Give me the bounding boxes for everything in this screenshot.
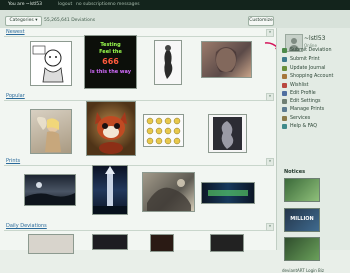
submit-print-icon bbox=[282, 57, 287, 62]
wishlist-icon bbox=[282, 83, 287, 88]
thumbnail[interactable] bbox=[142, 172, 195, 212]
section-divider bbox=[4, 36, 274, 37]
thumbnail[interactable] bbox=[86, 101, 136, 156]
thumbnail[interactable] bbox=[154, 40, 182, 85]
menu-item-label: Shopping Account bbox=[290, 74, 334, 79]
thumbnail[interactable] bbox=[208, 114, 247, 153]
shopping-cart-icon bbox=[282, 74, 287, 79]
section-divider bbox=[4, 165, 274, 166]
thumbnail-text: Testing bbox=[100, 42, 121, 48]
section-divider bbox=[4, 100, 274, 101]
messages-link[interactable]: no messages bbox=[110, 2, 140, 7]
main-content: Newest » Testing Feel the 666 is this th… bbox=[0, 28, 276, 254]
daily-deviations-more-link[interactable]: » bbox=[266, 223, 274, 231]
menu-item-label: Edit Settings bbox=[290, 99, 321, 104]
sidebar-username[interactable]: ~lstl53 bbox=[304, 35, 325, 42]
section-title-daily-deviations[interactable]: Daily Deviations bbox=[6, 223, 47, 229]
avatar-head-shape bbox=[291, 38, 297, 44]
menu-item-label: Wishlist bbox=[290, 83, 309, 88]
sidebar-footer: deviantART Login Biz bbox=[282, 268, 324, 273]
green-glow-image bbox=[208, 190, 248, 196]
figure-image bbox=[164, 45, 173, 79]
services-icon bbox=[282, 116, 287, 121]
menu-item-edit-settings[interactable]: Edit Settings bbox=[282, 99, 348, 105]
night-scene-image bbox=[25, 182, 75, 205]
settings-icon bbox=[282, 99, 287, 104]
notices-heading: Notices bbox=[284, 169, 306, 175]
notice-badge[interactable] bbox=[284, 178, 320, 202]
menu-item-shopping-account[interactable]: Shopping Account bbox=[282, 74, 348, 80]
popular-more-link[interactable]: » bbox=[266, 93, 274, 101]
portrait-image bbox=[215, 47, 237, 72]
customize-button[interactable]: Customize bbox=[248, 16, 274, 26]
red-panda-image bbox=[95, 112, 127, 154]
badge-text: MILLION bbox=[290, 216, 314, 222]
newest-more-link[interactable]: » bbox=[266, 29, 274, 37]
thumbnail[interactable] bbox=[150, 234, 174, 252]
thumbnail[interactable] bbox=[30, 109, 72, 154]
deviation-count: 55,265,641 Deviations bbox=[44, 18, 96, 23]
menu-item-submit-deviation[interactable]: Submit Deviation bbox=[282, 48, 348, 54]
thumbnail[interactable] bbox=[201, 182, 255, 204]
menu-item-label: Services bbox=[290, 116, 311, 121]
menu-item-submit-print[interactable]: Submit Print bbox=[282, 57, 348, 63]
section-title-popular[interactable]: Popular bbox=[6, 93, 25, 99]
user-sidebar: ~lstl53 Online Submit Deviation Submit P… bbox=[276, 28, 350, 273]
thumbnail-text: 666 bbox=[102, 57, 119, 66]
thumbnail[interactable] bbox=[92, 234, 128, 250]
current-user-link[interactable]: You are ~lstl53 bbox=[8, 2, 42, 7]
menu-item-label: Submit Print bbox=[290, 57, 320, 62]
notice-badge-million[interactable]: MILLION bbox=[284, 208, 320, 232]
menu-item-manage-prints[interactable]: Manage Prints bbox=[282, 107, 348, 113]
categories-dropdown[interactable]: Categories ▾ bbox=[5, 16, 42, 26]
thumbnail[interactable] bbox=[210, 234, 244, 252]
thumbnail[interactable]: Testing Feel the 666 is this the way bbox=[84, 35, 137, 89]
profile-icon bbox=[282, 91, 287, 96]
fairy-image bbox=[37, 116, 61, 152]
emoticon-grid-image bbox=[146, 117, 181, 145]
menu-item-edit-profile[interactable]: Edit Profile bbox=[282, 91, 348, 97]
thumbnail[interactable] bbox=[92, 165, 128, 215]
journal-icon bbox=[282, 66, 287, 71]
notice-badge[interactable] bbox=[284, 237, 320, 261]
rock-scene-image bbox=[147, 179, 191, 211]
menu-item-help-faq[interactable]: Help & FAQ bbox=[282, 124, 348, 130]
thumbnail[interactable] bbox=[28, 234, 74, 254]
menu-item-label: Update Journal bbox=[290, 66, 326, 71]
thumbnail[interactable] bbox=[143, 114, 184, 147]
thumbnail[interactable] bbox=[30, 41, 72, 86]
logout-link[interactable]: logout bbox=[58, 2, 72, 7]
submit-deviation-icon bbox=[282, 48, 287, 53]
thumbnail[interactable] bbox=[24, 174, 76, 206]
menu-item-wishlist[interactable]: Wishlist bbox=[282, 83, 348, 89]
subscription-link[interactable]: no subscription bbox=[76, 2, 110, 7]
menu-item-update-journal[interactable]: Update Journal bbox=[282, 66, 348, 72]
section-divider bbox=[4, 230, 274, 231]
tower-image bbox=[93, 166, 127, 214]
help-icon bbox=[282, 124, 287, 129]
section-title-prints[interactable]: Prints bbox=[6, 158, 20, 164]
thumbnail[interactable] bbox=[201, 41, 252, 78]
thumbnail-text: Feel the bbox=[99, 49, 122, 55]
menu-item-label: Edit Profile bbox=[290, 91, 316, 96]
prints-icon bbox=[282, 107, 287, 112]
dark-figure-image bbox=[213, 117, 242, 150]
thumbnail-text: is this the way bbox=[90, 69, 131, 75]
menu-item-label: Manage Prints bbox=[290, 107, 325, 112]
menu-item-label: Help & FAQ bbox=[290, 124, 318, 129]
section-title-newest[interactable]: Newest bbox=[6, 29, 25, 35]
prints-more-link[interactable]: » bbox=[266, 158, 274, 166]
comic-sketch-image bbox=[32, 45, 64, 83]
top-bar: You are ~lstl53 logout no subscription n… bbox=[0, 0, 350, 10]
menu-item-services[interactable]: Services bbox=[282, 116, 348, 122]
browse-toolbar: Categories ▾ 55,265,641 Deviations Custo… bbox=[0, 10, 350, 29]
menu-item-label: Submit Deviation bbox=[290, 48, 332, 53]
